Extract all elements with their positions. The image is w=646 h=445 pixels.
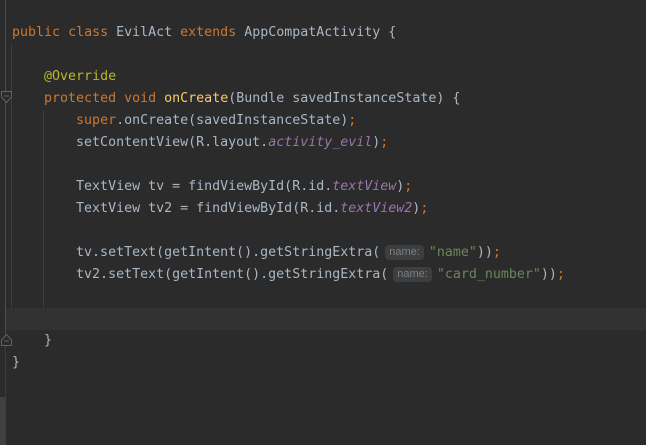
code-token-def: .onCreate(savedInstanceState) [116,113,348,128]
code-token-kw: public [12,25,60,40]
code-line[interactable]: @Override [0,66,646,88]
code-token-field: activity_evil [268,135,372,150]
code-line[interactable]: super.onCreate(savedInstanceState); [0,110,646,132]
code-token-def: )) [541,267,557,282]
code-token-ann: @Override [44,69,116,84]
code-token-kw: protected [44,91,116,106]
code-line[interactable] [0,0,646,22]
code-token-kw: void [124,91,156,106]
fold-collapse-icon[interactable] [0,90,13,105]
code-line[interactable]: } [0,352,646,374]
code-line[interactable] [0,396,646,418]
code-token-def: (Bundle savedInstanceState) { [228,91,460,106]
code-token-def: tv.setText(getIntent().getStringExtra( [12,245,380,260]
code-token-kw: super [76,113,116,128]
code-token-kw: ; [493,245,501,260]
code-line[interactable]: setContentView(R.layout.activity_evil); [0,132,646,154]
code-token-def: setContentView(R.layout. [12,135,268,150]
code-token-def: EvilAct [108,25,180,40]
fold-end-icon[interactable] [0,332,13,347]
code-line[interactable]: TextView tv = findViewById(R.id.textView… [0,176,646,198]
code-token-def [156,91,164,106]
code-line-current[interactable] [0,308,646,330]
code-line[interactable] [0,374,646,396]
code-token-kw: ; [420,201,428,216]
code-line[interactable]: } [0,330,646,352]
code-token-def: )) [477,245,493,260]
code-token-kw: class [68,25,108,40]
code-line[interactable] [0,44,646,66]
code-token-def [116,91,124,106]
code-line[interactable]: tv2.setText(getIntent().getStringExtra( n… [0,264,646,286]
code-token-fn: onCreate [164,91,228,106]
code-token-def: TextView tv2 = findViewById(R.id. [12,201,340,216]
code-token-kw: ; [557,267,565,282]
ide-editor: { "editor": { "background_color": "#2b2b… [0,0,646,445]
code-line[interactable]: tv.setText(getIntent().getStringExtra( na… [0,242,646,264]
code-token-kw: extends [180,25,236,40]
code-token-field: textView [332,179,396,194]
code-token-def [12,113,76,128]
code-token-def [12,69,44,84]
code-token-str: "name" [429,245,477,260]
code-line[interactable] [0,154,646,176]
code-line[interactable] [0,286,646,308]
code-token-kw: ; [348,113,356,128]
code-area[interactable]: public class EvilAct extends AppCompatAc… [0,0,646,445]
code-token-kw: ; [380,135,388,150]
code-line[interactable] [0,220,646,242]
code-token-def: } [12,333,52,348]
code-token-def: } [12,355,20,370]
code-line[interactable]: TextView tv2 = findViewById(R.id.textVie… [0,198,646,220]
code-token-def [60,25,68,40]
code-token-str: "card_number" [437,267,541,282]
code-token-def [12,91,44,106]
code-token-kw: ; [404,179,412,194]
code-token-def: tv2.setText(getIntent().getStringExtra( [12,267,388,282]
parameter-name-inlay-hint: name: [385,245,424,260]
code-token-def: TextView tv = findViewById(R.id. [12,179,332,194]
code-line[interactable] [0,418,646,440]
code-token-def: AppCompatActivity { [236,25,396,40]
code-token-field: textView2 [340,201,412,216]
parameter-name-inlay-hint: name: [393,267,432,282]
code-line[interactable]: protected void onCreate(Bundle savedInst… [0,88,646,110]
code-line[interactable]: public class EvilAct extends AppCompatAc… [0,22,646,44]
